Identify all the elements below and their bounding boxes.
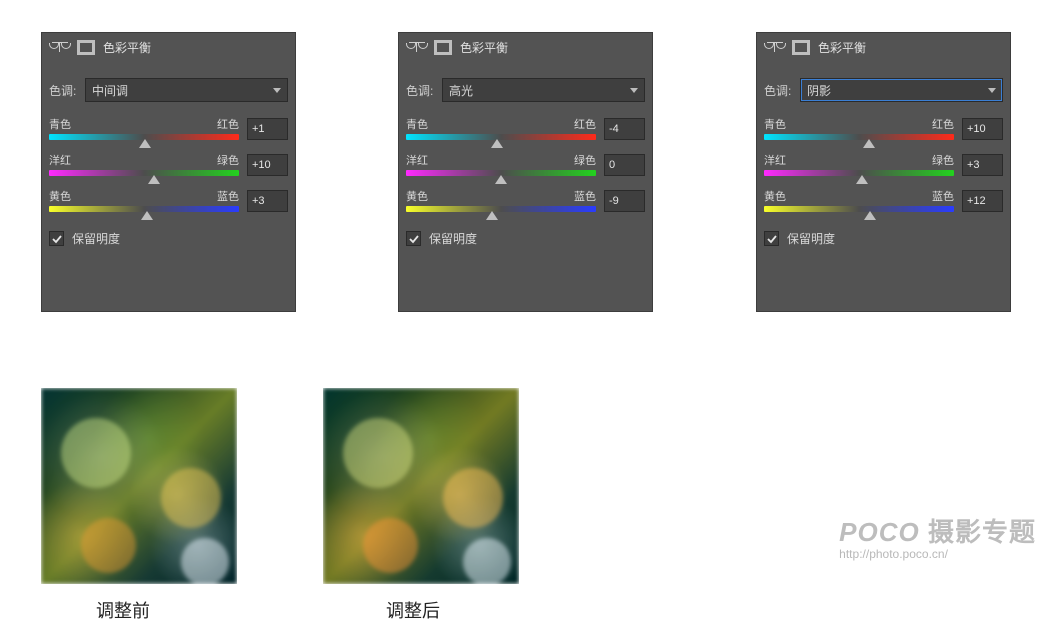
watermark: POCO 摄影专题 http://photo.poco.cn/ xyxy=(839,512,1036,561)
check-icon xyxy=(409,234,419,244)
blue-label: 蓝色 xyxy=(217,188,239,204)
slider-thumb[interactable] xyxy=(141,211,153,220)
red-label: 红色 xyxy=(574,116,596,132)
cyan-red-value[interactable]: +1 xyxy=(247,118,288,140)
yellow-label: 黄色 xyxy=(764,188,786,204)
preserve-luminosity-label: 保留明度 xyxy=(787,230,835,247)
layer-mask-icon xyxy=(792,40,810,55)
caption-after: 调整后 xyxy=(386,597,440,623)
panel-title: 色彩平衡 xyxy=(460,39,508,56)
tone-label: 色调: xyxy=(764,82,800,99)
color-balance-panel-shadows: 色彩平衡 色调: 阴影 青色 红色 +10 xyxy=(756,32,1011,312)
watermark-url: http://photo.poco.cn/ xyxy=(839,547,1036,561)
check-icon xyxy=(52,234,62,244)
magenta-green-value[interactable]: +3 xyxy=(962,154,1003,176)
magenta-green-slider[interactable] xyxy=(764,170,954,176)
yellow-blue-value[interactable]: +3 xyxy=(247,190,288,212)
yellow-blue-slider[interactable] xyxy=(49,206,239,212)
blue-label: 蓝色 xyxy=(574,188,596,204)
watermark-brand: POCO xyxy=(839,517,920,547)
magenta-label: 洋红 xyxy=(764,152,786,168)
scales-icon xyxy=(49,39,71,55)
chevron-down-icon xyxy=(273,88,281,93)
slider-thumb[interactable] xyxy=(491,139,503,148)
color-balance-panel-highlights: 色彩平衡 色调: 高光 青色 红色 -4 xyxy=(398,32,653,312)
image-after xyxy=(323,388,519,584)
tone-select[interactable]: 阴影 xyxy=(800,78,1003,102)
scales-icon xyxy=(764,39,786,55)
caption-before: 调整前 xyxy=(96,597,150,623)
preserve-luminosity-label: 保留明度 xyxy=(72,230,120,247)
layer-mask-icon xyxy=(77,40,95,55)
panel-title: 色彩平衡 xyxy=(103,39,151,56)
preserve-luminosity-checkbox[interactable] xyxy=(764,231,779,246)
cyan-red-slider[interactable] xyxy=(764,134,954,140)
cyan-label: 青色 xyxy=(49,116,71,132)
green-label: 绿色 xyxy=(217,152,239,168)
slider-thumb[interactable] xyxy=(864,211,876,220)
cyan-red-value[interactable]: +10 xyxy=(962,118,1003,140)
magenta-label: 洋红 xyxy=(49,152,71,168)
magenta-green-slider[interactable] xyxy=(49,170,239,176)
panel-tab: 色彩平衡 xyxy=(41,32,159,62)
slider-thumb[interactable] xyxy=(863,139,875,148)
tone-select-value: 中间调 xyxy=(92,82,128,99)
green-label: 绿色 xyxy=(932,152,954,168)
yellow-blue-slider[interactable] xyxy=(764,206,954,212)
slider-thumb[interactable] xyxy=(856,175,868,184)
slider-thumb[interactable] xyxy=(148,175,160,184)
magenta-green-value[interactable]: +10 xyxy=(247,154,288,176)
yellow-label: 黄色 xyxy=(49,188,71,204)
cyan-label: 青色 xyxy=(764,116,786,132)
magenta-label: 洋红 xyxy=(406,152,428,168)
scales-icon xyxy=(406,39,428,55)
chevron-down-icon xyxy=(988,88,996,93)
layer-mask-icon xyxy=(434,40,452,55)
magenta-green-value[interactable]: 0 xyxy=(604,154,645,176)
tone-select-value: 阴影 xyxy=(807,82,831,99)
image-before xyxy=(41,388,237,584)
tone-select[interactable]: 高光 xyxy=(442,78,645,102)
tone-select[interactable]: 中间调 xyxy=(85,78,288,102)
yellow-blue-value[interactable]: +12 xyxy=(962,190,1003,212)
blue-label: 蓝色 xyxy=(932,188,954,204)
panel-title: 色彩平衡 xyxy=(818,39,866,56)
tone-select-value: 高光 xyxy=(449,82,473,99)
magenta-green-slider[interactable] xyxy=(406,170,596,176)
green-label: 绿色 xyxy=(574,152,596,168)
cyan-red-slider[interactable] xyxy=(49,134,239,140)
cyan-red-value[interactable]: -4 xyxy=(604,118,645,140)
cyan-label: 青色 xyxy=(406,116,428,132)
chevron-down-icon xyxy=(630,88,638,93)
check-icon xyxy=(767,234,777,244)
tone-label: 色调: xyxy=(49,82,85,99)
slider-thumb[interactable] xyxy=(139,139,151,148)
tone-label: 色调: xyxy=(406,82,442,99)
slider-thumb[interactable] xyxy=(495,175,507,184)
cyan-red-slider[interactable] xyxy=(406,134,596,140)
yellow-label: 黄色 xyxy=(406,188,428,204)
color-balance-panel-midtones: 色彩平衡 色调: 中间调 青色 红色 +1 xyxy=(41,32,296,312)
panel-tab: 色彩平衡 xyxy=(398,32,516,62)
slider-thumb[interactable] xyxy=(486,211,498,220)
red-label: 红色 xyxy=(217,116,239,132)
yellow-blue-value[interactable]: -9 xyxy=(604,190,645,212)
preserve-luminosity-checkbox[interactable] xyxy=(406,231,421,246)
yellow-blue-slider[interactable] xyxy=(406,206,596,212)
watermark-suffix: 摄影专题 xyxy=(928,517,1036,547)
preserve-luminosity-checkbox[interactable] xyxy=(49,231,64,246)
preserve-luminosity-label: 保留明度 xyxy=(429,230,477,247)
red-label: 红色 xyxy=(932,116,954,132)
panel-tab: 色彩平衡 xyxy=(756,32,874,62)
